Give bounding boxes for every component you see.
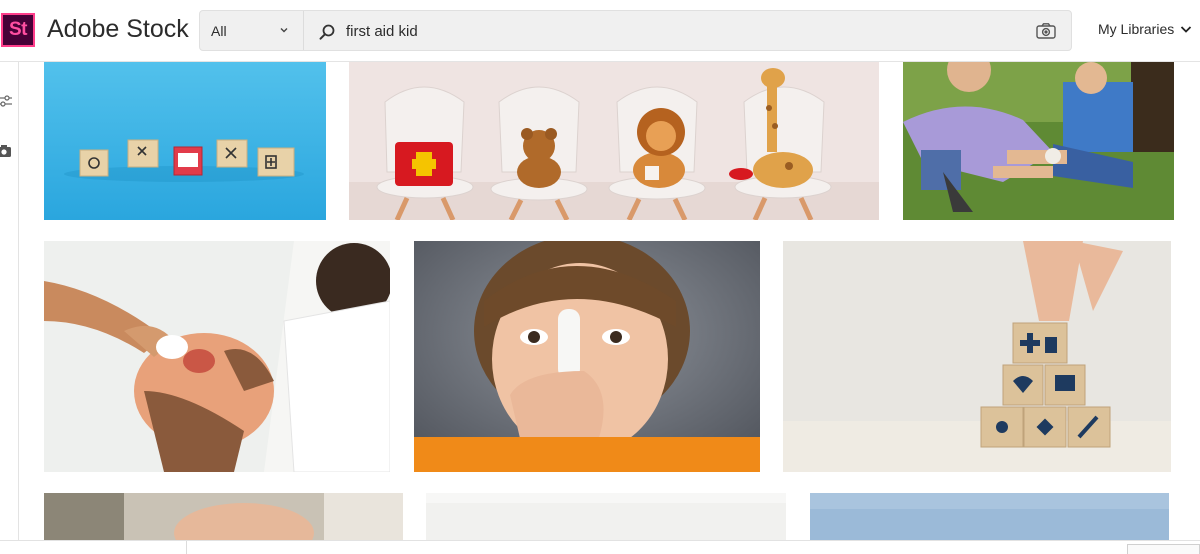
result-thumbnail[interactable] <box>810 493 1169 540</box>
medical-blocks-image <box>44 62 326 220</box>
bandaged-finger-image <box>414 241 760 472</box>
search-scope-dropdown[interactable]: All <box>200 11 304 50</box>
filter-icon[interactable] <box>0 94 12 108</box>
result-thumbnail[interactable] <box>44 493 403 540</box>
result-thumbnail[interactable] <box>426 493 786 540</box>
result-thumbnail[interactable] <box>783 241 1171 472</box>
search-input[interactable] <box>346 19 1016 43</box>
top-header: St Adobe Stock All My Libraries <box>0 0 1200 62</box>
stacking-blocks-image <box>783 241 1171 472</box>
partial-result-image <box>426 493 786 540</box>
partial-result-image <box>44 493 403 540</box>
result-thumbnail[interactable] <box>44 62 326 220</box>
partial-result-image <box>810 493 1169 540</box>
search-results-grid <box>20 62 1200 540</box>
left-rail <box>0 62 19 540</box>
result-thumbnail[interactable] <box>349 62 879 220</box>
bottom-button[interactable] <box>1127 544 1200 554</box>
toys-on-chairs-image <box>349 62 879 220</box>
search-icon[interactable] <box>318 23 336 41</box>
result-thumbnail[interactable] <box>903 62 1174 220</box>
search-bar: All <box>199 10 1072 51</box>
bottom-bar <box>0 540 1200 554</box>
logo-mark: St <box>9 19 28 40</box>
chevron-down-icon <box>280 28 288 33</box>
my-libraries-menu[interactable]: My Libraries <box>1098 21 1192 37</box>
knee-cleaning-image <box>44 241 390 472</box>
chevron-down-icon <box>1181 26 1192 33</box>
camera-icon[interactable] <box>1036 22 1056 40</box>
brand-name[interactable]: Adobe Stock <box>47 15 189 44</box>
my-libraries-label: My Libraries <box>1098 21 1175 37</box>
camera-icon[interactable] <box>0 144 11 158</box>
search-scope-label: All <box>211 23 227 39</box>
park-bandage-image <box>903 62 1174 220</box>
result-thumbnail[interactable] <box>414 241 760 472</box>
result-thumbnail[interactable] <box>44 241 390 472</box>
bottom-divider <box>186 541 187 554</box>
adobe-stock-logo[interactable]: St <box>1 13 35 47</box>
